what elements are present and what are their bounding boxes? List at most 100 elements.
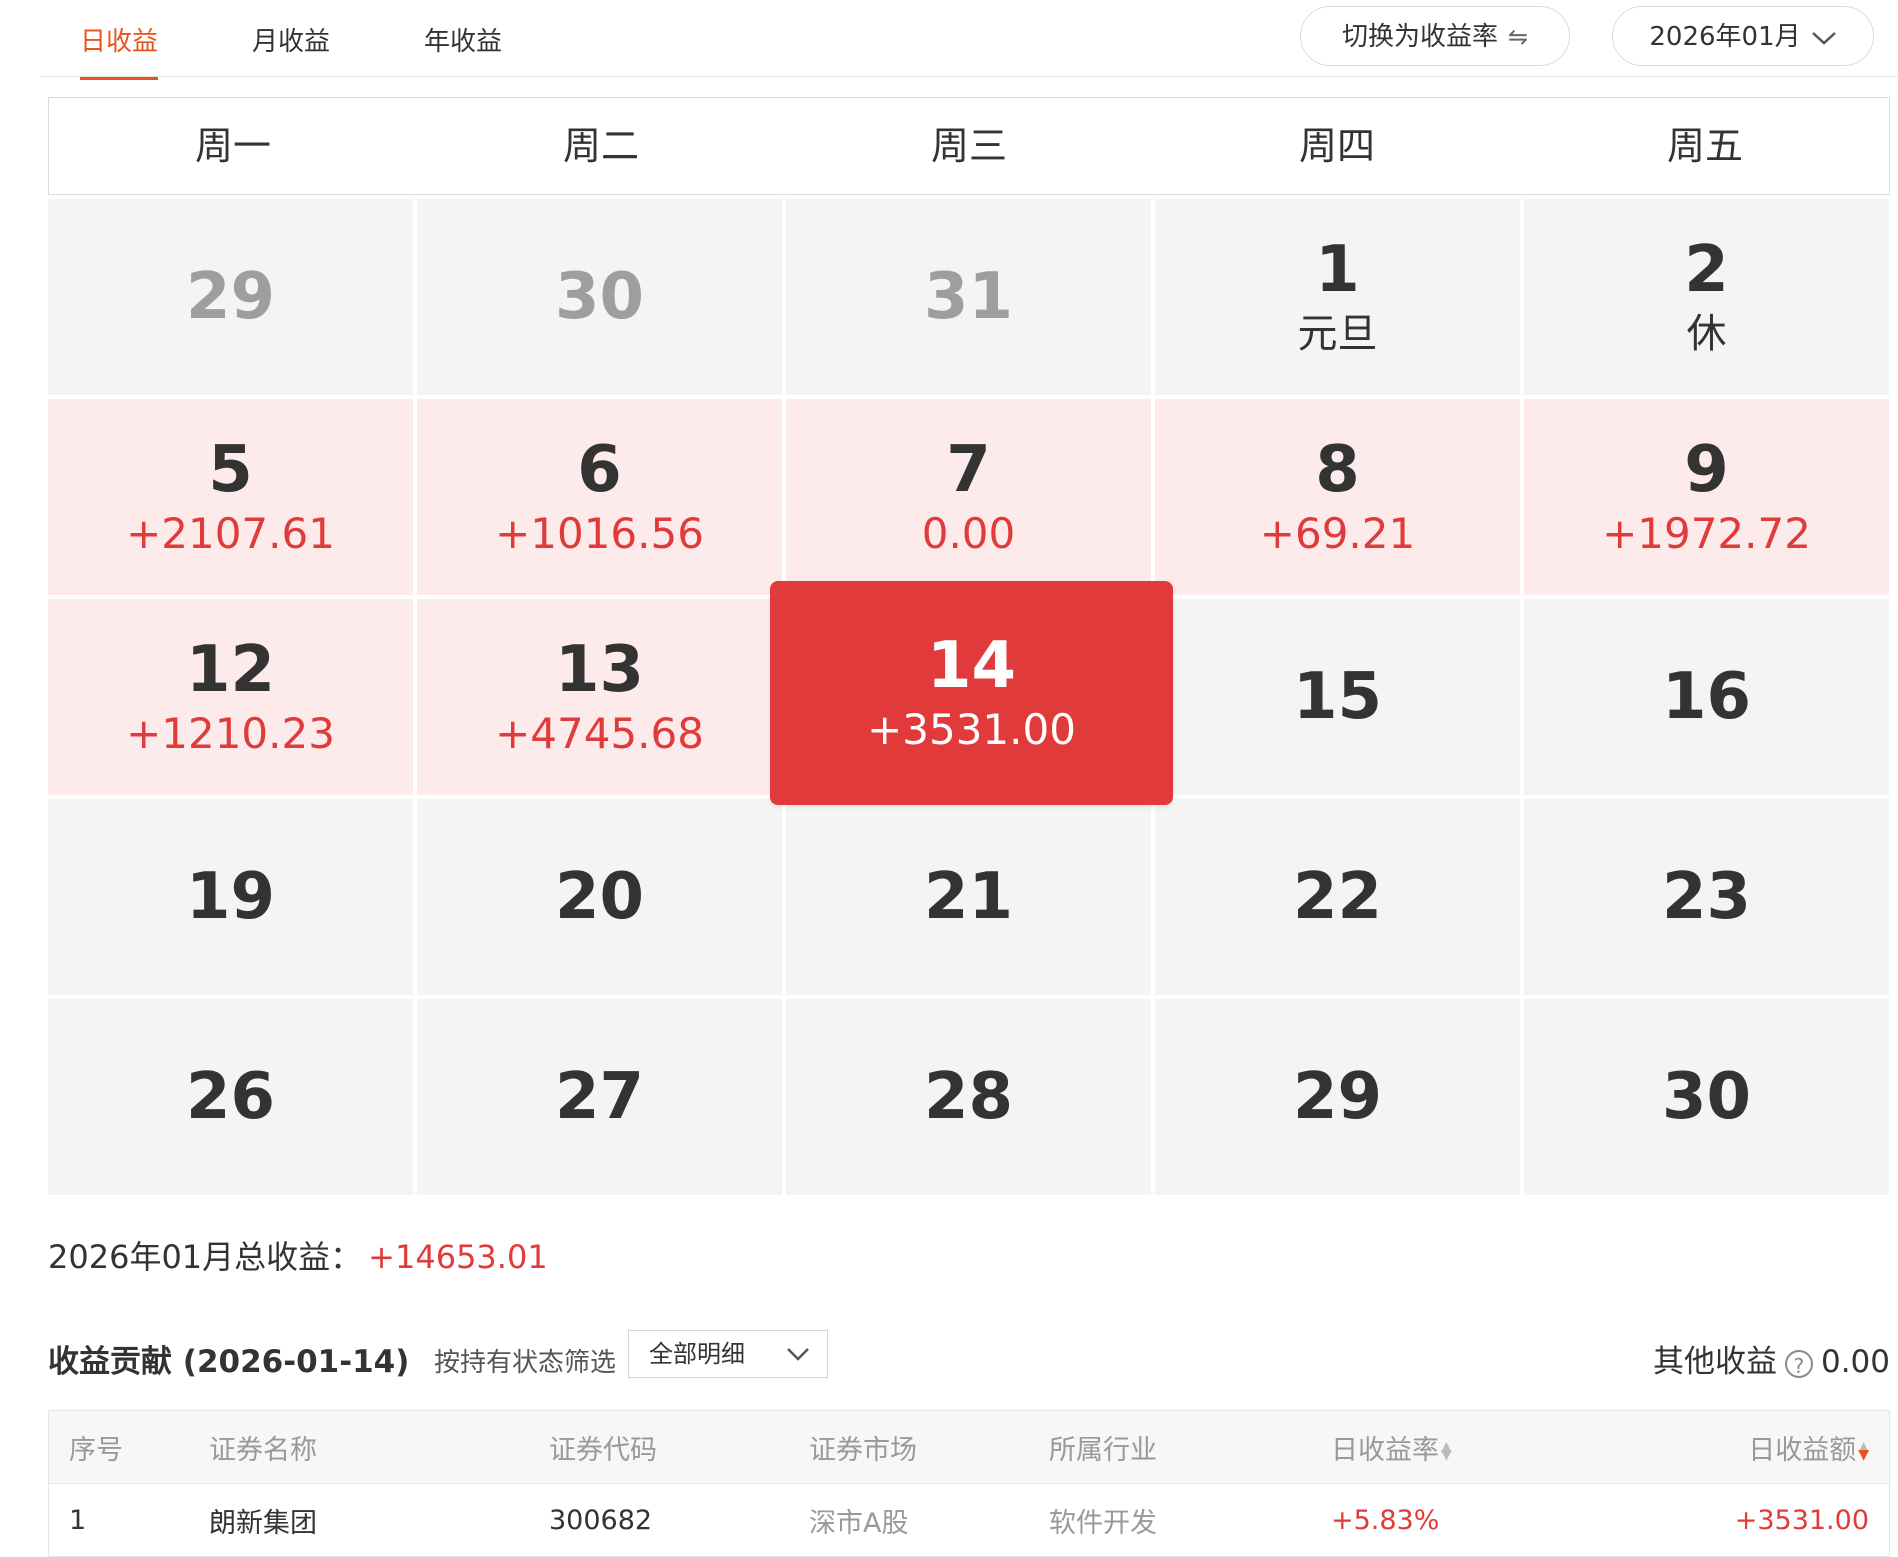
day-number: 27 xyxy=(554,1060,645,1134)
day-number: 30 xyxy=(1661,1060,1752,1134)
weekday-header: 周一 周二 周三 周四 周五 xyxy=(48,97,1890,195)
filter-value: 全部明细 xyxy=(649,1340,745,1368)
calendar-day[interactable]: 5 +2107.61 xyxy=(48,399,413,595)
calendar-day[interactable]: 1 元旦 xyxy=(1155,199,1520,395)
day-earnings: +3531.00 xyxy=(867,705,1076,754)
table-row[interactable]: 1 朗新集团 300682 深市A股 软件开发 +5.83% +3531.00 xyxy=(49,1484,1889,1556)
day-number: 7 xyxy=(946,433,991,507)
day-number: 23 xyxy=(1661,860,1752,934)
day-number: 29 xyxy=(1292,1060,1383,1134)
day-number: 29 xyxy=(185,260,276,334)
tab-daily[interactable]: 日收益 xyxy=(80,20,159,80)
col-name: 证券名称 xyxy=(209,1434,317,1466)
calendar-day[interactable]: 23 xyxy=(1524,799,1889,995)
calendar-day[interactable]: 22 xyxy=(1155,799,1520,995)
tab-yearly[interactable]: 年收益 xyxy=(424,20,502,76)
other-earnings-label: 其他收益 xyxy=(1652,1344,1777,1380)
filter-label: 按持有状态筛选 xyxy=(434,1348,617,1378)
earnings-calendar: 周一 周二 周三 周四 周五 29 30 31 1 元旦 2 休 5 +2107.61 6 +101… xyxy=(48,97,1890,1195)
toggle-rate-button[interactable]: 切换为收益率 ⇋ xyxy=(1300,6,1570,66)
row-code: 300682 xyxy=(549,1504,653,1536)
contribution-title: 收益贡献 (2026-01-14) xyxy=(48,1344,410,1380)
table-header-row: 序号 证券名称 证券代码 证券市场 所属行业 日收益率 ▲ ▼ 日收益额 ▲ ▼ xyxy=(49,1411,1889,1484)
calendar-day[interactable]: 12 +1210.23 xyxy=(48,599,413,795)
sort-desc-icon: ▲ ▼ xyxy=(1858,1439,1869,1463)
calendar-day[interactable]: 31 xyxy=(786,199,1151,395)
contribution-header: 收益贡献 (2026-01-14) 按持有状态筛选 全部明细 其他收益? 0.00 xyxy=(48,1330,1890,1386)
weekday-label: 周四 xyxy=(1298,124,1375,168)
calendar-day[interactable]: 20 xyxy=(417,799,782,995)
day-earnings: +1210.23 xyxy=(126,709,335,758)
day-number: 14 xyxy=(926,629,1017,703)
day-number: 6 xyxy=(577,433,622,507)
row-industry: 软件开发 xyxy=(1049,1507,1157,1539)
day-number: 15 xyxy=(1292,660,1383,734)
day-number: 13 xyxy=(554,633,645,707)
day-number: 31 xyxy=(923,260,1014,334)
month-total-value: +14653.01 xyxy=(368,1238,548,1276)
col-market: 证券市场 xyxy=(809,1434,917,1466)
month-select-value: 2026年01月 xyxy=(1649,22,1801,52)
calendar-day[interactable]: 15 xyxy=(1155,599,1520,795)
calendar-day[interactable]: 29 xyxy=(48,199,413,395)
calendar-day[interactable]: 19 xyxy=(48,799,413,995)
day-earnings: 0.00 xyxy=(921,509,1016,558)
day-number: 9 xyxy=(1684,433,1729,507)
calendar-day[interactable]: 27 xyxy=(417,999,782,1195)
col-index: 序号 xyxy=(69,1434,123,1466)
swap-icon: ⇋ xyxy=(1507,23,1529,51)
day-note: 元旦 xyxy=(1297,311,1378,357)
calendar-day[interactable]: 9 +1972.72 xyxy=(1524,399,1889,595)
contribution-table: 序号 证券名称 证券代码 证券市场 所属行业 日收益率 ▲ ▼ 日收益额 ▲ ▼ 1 朗… xyxy=(48,1410,1890,1557)
calendar-day[interactable]: 8 +69.21 xyxy=(1155,399,1520,595)
month-total-label: 2026年01月总收益： xyxy=(48,1238,363,1276)
calendar-grid: 29 30 31 1 元旦 2 休 5 +2107.61 6 +1016.56 7 0.00 8 +69.2… xyxy=(48,199,1890,1195)
holding-status-filter[interactable]: 全部明细 xyxy=(628,1330,828,1378)
col-industry: 所属行业 xyxy=(1049,1434,1157,1466)
day-number: 1 xyxy=(1315,233,1360,307)
other-earnings-value: 0.00 xyxy=(1820,1344,1890,1380)
weekday-label: 周三 xyxy=(930,124,1007,168)
day-number: 28 xyxy=(923,1060,1014,1134)
col-code: 证券代码 xyxy=(549,1434,657,1466)
other-earnings: 其他收益? 0.00 xyxy=(1653,1336,1890,1381)
day-earnings: +1972.72 xyxy=(1602,509,1811,558)
calendar-day[interactable]: 30 xyxy=(417,199,782,395)
calendar-day[interactable]: 2休 xyxy=(1524,199,1889,395)
day-number: 20 xyxy=(554,860,645,934)
toggle-rate-label: 切换为收益率 xyxy=(1341,22,1498,52)
day-number: 2 xyxy=(1684,233,1729,307)
calendar-day[interactable]: 6 +1016.56 xyxy=(417,399,782,595)
month-select[interactable]: 2026年01月 xyxy=(1612,6,1874,66)
calendar-day[interactable]: 30 xyxy=(1524,999,1889,1195)
day-earnings: +1016.56 xyxy=(495,509,704,558)
sort-icon: ▲ ▼ xyxy=(1441,1439,1452,1463)
row-name: 朗新集团 xyxy=(209,1507,317,1539)
day-earnings: +69.21 xyxy=(1259,509,1416,558)
day-number: 19 xyxy=(185,860,276,934)
calendar-day[interactable]: 26 xyxy=(48,999,413,1195)
calendar-day[interactable]: 16 xyxy=(1524,599,1889,795)
help-icon[interactable]: ? xyxy=(1784,1349,1813,1378)
day-earnings: +4745.68 xyxy=(495,709,704,758)
row-index: 1 xyxy=(69,1504,87,1536)
calendar-day-selected[interactable]: 14 +3531.00 xyxy=(770,581,1173,805)
calendar-day[interactable]: 21 xyxy=(786,799,1151,995)
tabs-divider xyxy=(40,76,1898,77)
day-number: 26 xyxy=(185,1060,276,1134)
row-daily-amount: +3531.00 xyxy=(1734,1504,1869,1536)
col-daily-rate[interactable]: 日收益率 ▲ ▼ xyxy=(1331,1428,1452,1467)
calendar-day[interactable]: 13 +4745.68 xyxy=(417,599,782,795)
calendar-day[interactable]: 7 0.00 xyxy=(786,399,1151,595)
col-daily-amount-label: 日收益额 xyxy=(1748,1434,1857,1466)
chevron-down-icon xyxy=(1811,7,1837,67)
day-number: 12 xyxy=(185,633,276,707)
weekday-label: 周五 xyxy=(1666,124,1743,168)
tab-monthly[interactable]: 月收益 xyxy=(252,20,330,76)
weekday-label: 周二 xyxy=(562,124,639,168)
row-market: 深市A股 xyxy=(809,1507,909,1539)
calendar-day[interactable]: 29 xyxy=(1155,999,1520,1195)
day-note: 休 xyxy=(1686,311,1727,357)
col-daily-amount[interactable]: 日收益额 ▲ ▼ xyxy=(1748,1428,1869,1467)
calendar-day[interactable]: 28 xyxy=(786,999,1151,1195)
